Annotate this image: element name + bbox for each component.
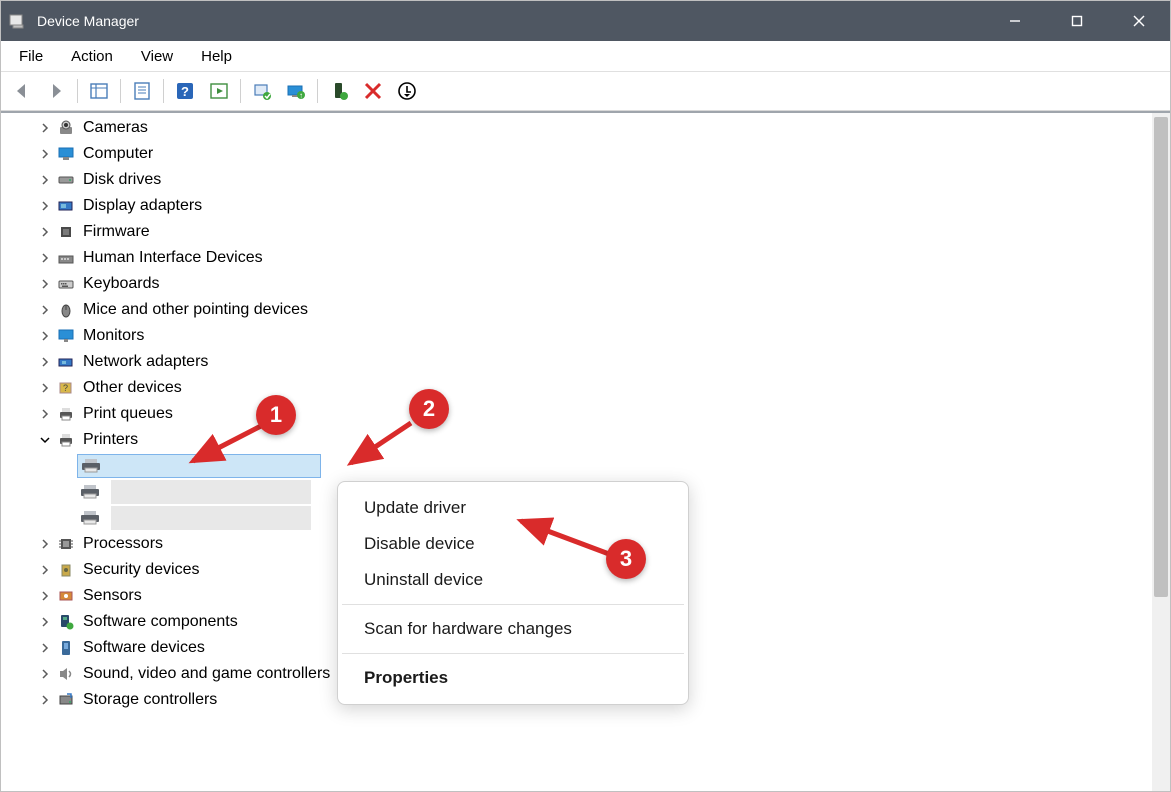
annotation-marker-2: 2 xyxy=(409,389,449,429)
annotation-marker-3: 3 xyxy=(606,539,646,579)
device-manager-window: Device Manager File Action View Help xyxy=(0,0,1171,792)
annotation-marker-1: 1 xyxy=(256,395,296,435)
annotation-arrows xyxy=(1,1,1171,792)
